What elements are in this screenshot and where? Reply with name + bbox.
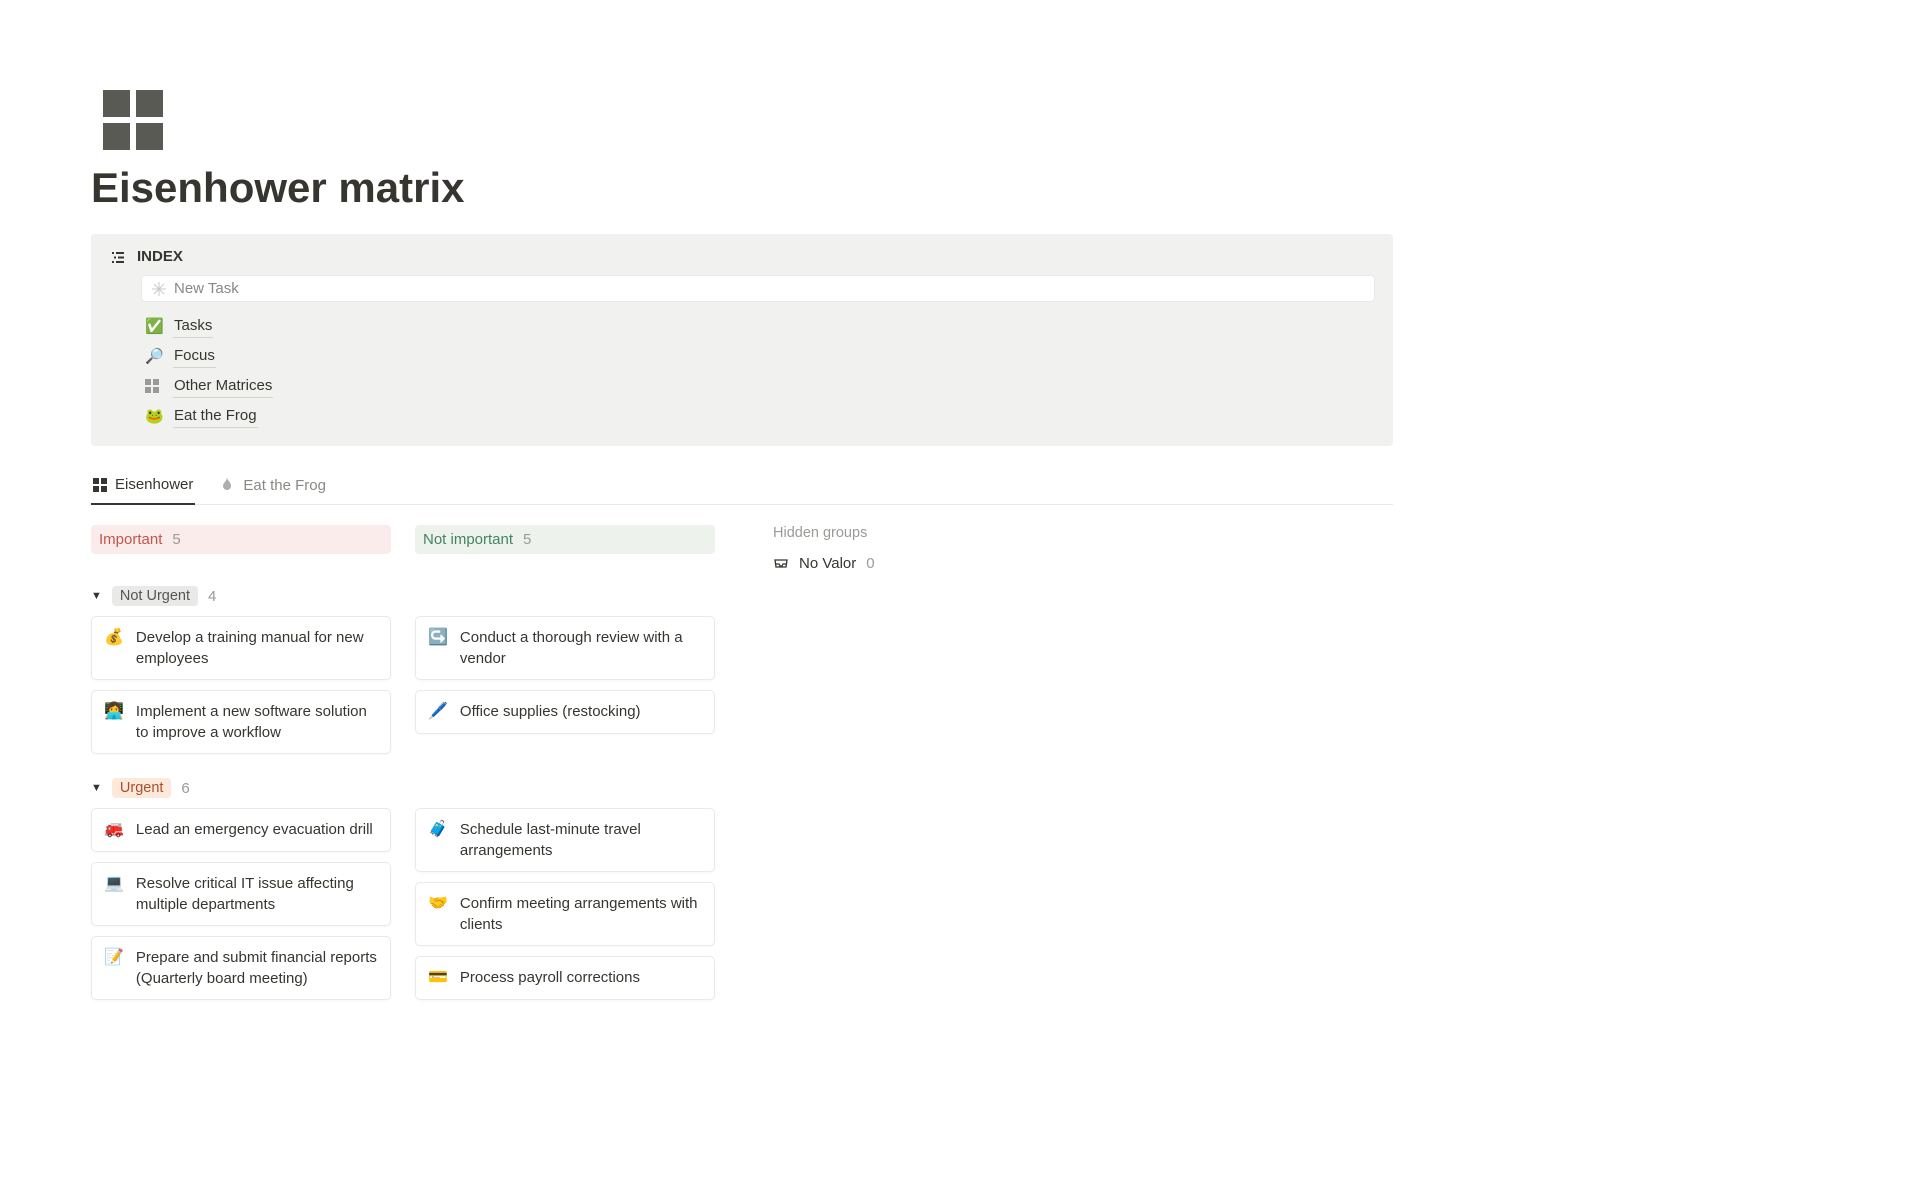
page-title: Eisenhower matrix	[91, 164, 1393, 212]
tab-eat-the-frog[interactable]: Eat the Frog	[217, 469, 328, 504]
magnify-icon: 🔎	[145, 347, 163, 365]
task-title: Develop a training manual for new employ…	[136, 627, 378, 669]
column-important-header[interactable]: Important 5	[91, 525, 391, 554]
check-icon: ✅	[145, 317, 163, 335]
no-valor-count: 0	[866, 555, 874, 572]
task-card[interactable]: 👩‍💻 Implement a new software solution to…	[91, 690, 391, 754]
toc-item-tasks[interactable]: ✅ Tasks	[145, 314, 1375, 338]
toc-item-other-matrices[interactable]: Other Matrices	[145, 374, 1375, 398]
column-label: Not important	[423, 531, 513, 548]
laptop-icon: 💻	[104, 873, 124, 895]
task-title: Prepare and submit financial reports (Qu…	[136, 947, 378, 989]
grid-icon	[93, 478, 107, 492]
task-title: Resolve critical IT issue affecting mult…	[136, 873, 378, 915]
task-card[interactable]: 💰 Develop a training manual for new empl…	[91, 616, 391, 680]
group-count: 6	[181, 780, 189, 797]
task-card[interactable]: 📝 Prepare and submit financial reports (…	[91, 936, 391, 1000]
chevron-down-icon: ▼	[91, 782, 102, 794]
creditcard-icon: 💳	[428, 967, 448, 989]
view-tabs: Eisenhower Eat the Frog	[91, 468, 1393, 505]
index-block: INDEX New Task ✅ Tasks 🔎 Focus	[91, 234, 1393, 446]
grid-icon	[103, 90, 163, 150]
grid-icon	[145, 379, 163, 393]
task-title: Office supplies (restocking)	[460, 701, 641, 722]
task-title: Process payroll corrections	[460, 967, 640, 988]
task-card[interactable]: 🤝 Confirm meeting arrangements with clie…	[415, 882, 715, 946]
page-icon[interactable]	[103, 90, 1393, 150]
task-card[interactable]: ↪️ Conduct a thorough review with a vend…	[415, 616, 715, 680]
column-count: 5	[523, 531, 531, 548]
task-card[interactable]: 🚒 Lead an emergency evacuation drill	[91, 808, 391, 852]
technologist-icon: 👩‍💻	[104, 701, 124, 723]
pen-icon: 🖊️	[428, 701, 448, 723]
memo-icon: 📝	[104, 947, 124, 969]
task-title: Implement a new software solution to imp…	[136, 701, 378, 743]
hidden-groups-title: Hidden groups	[773, 525, 875, 541]
task-title: Schedule last-minute travel arrangements	[460, 819, 702, 861]
task-card[interactable]: 💻 Resolve critical IT issue affecting mu…	[91, 862, 391, 926]
toc-item-label: Eat the Frog	[173, 404, 258, 428]
inbox-icon	[773, 556, 789, 572]
group-not-urgent: ▼ Not Urgent 4 💰 Develop a training manu…	[91, 586, 1393, 764]
toc-item-focus[interactable]: 🔎 Focus	[145, 344, 1375, 368]
group-header[interactable]: ▼ Not Urgent 4	[91, 586, 1393, 606]
task-card[interactable]: 🧳 Schedule last-minute travel arrangemen…	[415, 808, 715, 872]
task-title: Lead an emergency evacuation drill	[136, 819, 373, 840]
group-label: Not Urgent	[112, 586, 198, 606]
column-headers: Important 5 Not important 5 Hidden group…	[91, 525, 1393, 572]
sparkle-icon	[152, 282, 166, 296]
column-count: 5	[172, 531, 180, 548]
firetruck-icon: 🚒	[104, 819, 124, 841]
toc-item-label: Other Matrices	[173, 374, 273, 398]
tab-label: Eat the Frog	[243, 477, 326, 494]
luggage-icon: 🧳	[428, 819, 448, 841]
new-task-label: New Task	[174, 280, 239, 297]
handshake-icon: 🤝	[428, 893, 448, 915]
group-count: 4	[208, 588, 216, 605]
list-icon	[109, 249, 125, 265]
arrow-icon: ↪️	[428, 627, 448, 649]
column-not-important-header[interactable]: Not important 5	[415, 525, 715, 554]
group-label: Urgent	[112, 778, 172, 798]
chevron-down-icon: ▼	[91, 590, 102, 602]
group-header[interactable]: ▼ Urgent 6	[91, 778, 1393, 798]
column-label: Important	[99, 531, 162, 548]
toc-item-label: Focus	[173, 344, 216, 368]
frog-icon: 🐸	[145, 407, 163, 425]
new-task-button[interactable]: New Task	[141, 275, 1375, 302]
task-card[interactable]: 💳 Process payroll corrections	[415, 956, 715, 1000]
no-valor-label: No Valor	[799, 555, 856, 572]
index-heading: INDEX	[137, 248, 183, 265]
tab-label: Eisenhower	[115, 476, 193, 493]
moneybag-icon: 💰	[104, 627, 124, 649]
toc-item-eat-the-frog[interactable]: 🐸 Eat the Frog	[145, 404, 1375, 428]
flame-icon	[219, 477, 235, 493]
toc-item-label: Tasks	[173, 314, 213, 338]
group-urgent: ▼ Urgent 6 🚒 Lead an emergency evacuatio…	[91, 778, 1393, 1010]
index-heading-row: INDEX	[109, 248, 1375, 265]
task-card[interactable]: 🖊️ Office supplies (restocking)	[415, 690, 715, 734]
tab-eisenhower[interactable]: Eisenhower	[91, 468, 195, 505]
task-title: Conduct a thorough review with a vendor	[460, 627, 702, 669]
no-valor-group[interactable]: No Valor 0	[773, 555, 875, 572]
task-title: Confirm meeting arrangements with client…	[460, 893, 702, 935]
